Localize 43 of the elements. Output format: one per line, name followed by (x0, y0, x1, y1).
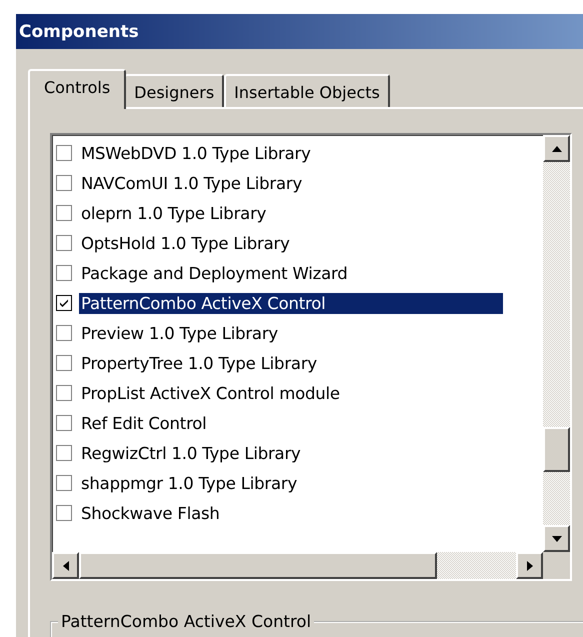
checkbox[interactable] (56, 355, 72, 371)
tab[interactable]: Insertable Objects (224, 74, 390, 107)
scroll-thumb[interactable] (543, 427, 570, 472)
scroll-left-button[interactable] (52, 552, 79, 579)
right-arrow-icon (526, 560, 534, 572)
checkbox[interactable] (56, 445, 72, 461)
checkbox[interactable] (56, 175, 72, 191)
scroll-right-button[interactable] (516, 552, 543, 579)
scroll-thumb[interactable] (79, 552, 437, 579)
up-arrow-icon (550, 144, 562, 152)
list-item[interactable]: Package and Deployment Wizard (79, 262, 350, 284)
list-item[interactable]: oleprn 1.0 Type Library (79, 202, 268, 224)
list-item[interactable]: MSWebDVD 1.0 Type Library (79, 142, 313, 164)
checkbox[interactable] (56, 145, 72, 161)
scrollbar-corner (543, 552, 570, 579)
left-arrow-icon (62, 560, 70, 572)
list-item[interactable]: PropList ActiveX Control module (79, 382, 342, 404)
down-arrow-icon (550, 534, 562, 542)
list-item[interactable]: OptsHold 1.0 Type Library (79, 232, 292, 254)
tab[interactable]: Controls (28, 69, 126, 109)
list-item[interactable]: Ref Edit Control (79, 412, 209, 434)
horizontal-scrollbar[interactable] (52, 552, 543, 579)
checkbox[interactable] (56, 295, 72, 311)
checkbox[interactable] (56, 205, 72, 221)
checkbox[interactable] (56, 415, 72, 431)
list-item[interactable]: shappmgr 1.0 Type Library (79, 472, 300, 494)
scroll-up-button[interactable] (543, 135, 570, 162)
checkbox[interactable] (56, 505, 72, 521)
window-title: Components (19, 22, 139, 42)
list-item[interactable]: PropertyTree 1.0 Type Library (79, 352, 319, 374)
checkbox[interactable] (56, 475, 72, 491)
tab[interactable]: Designers (124, 74, 224, 107)
checkbox[interactable] (56, 385, 72, 401)
vertical-scrollbar[interactable] (543, 135, 570, 552)
list-item[interactable]: Shockwave Flash (79, 502, 222, 524)
checkbox[interactable] (56, 325, 72, 341)
checkbox[interactable] (56, 265, 72, 281)
list-item[interactable]: NAVComUI 1.0 Type Library (79, 172, 304, 194)
list-item[interactable]: PatternCombo ActiveX Control (79, 292, 503, 314)
list-item[interactable]: RegwizCtrl 1.0 Type Library (79, 442, 303, 464)
checkbox[interactable] (56, 235, 72, 251)
list-item[interactable]: Preview 1.0 Type Library (79, 322, 280, 344)
scroll-down-button[interactable] (543, 525, 570, 552)
